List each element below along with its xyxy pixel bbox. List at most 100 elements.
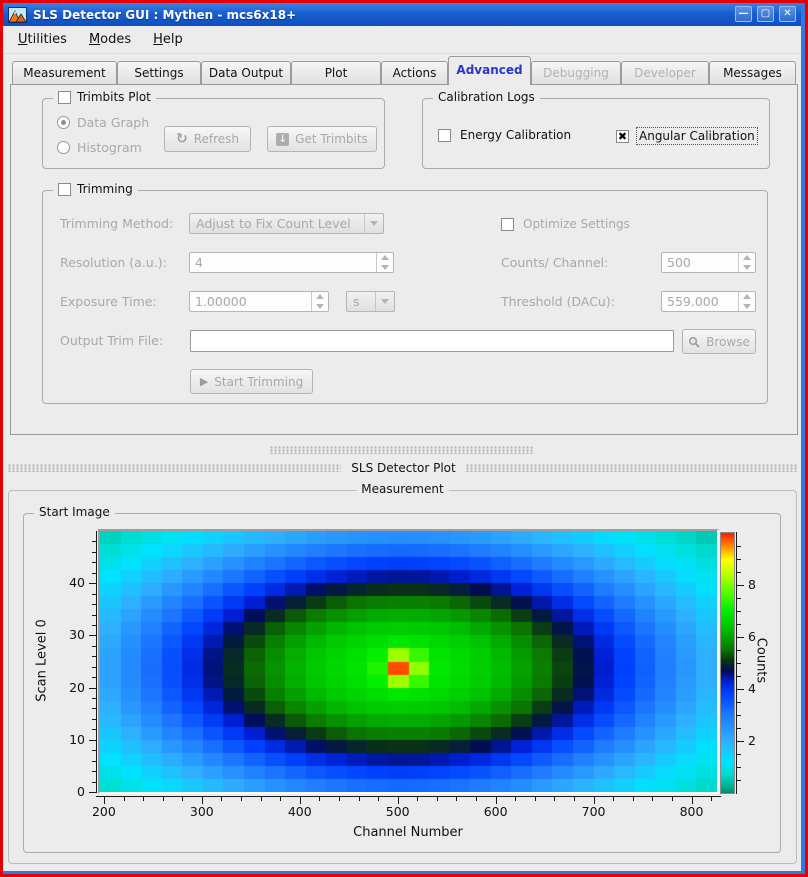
trimming-method-label: Trimming Method: xyxy=(60,216,173,231)
y-axis-title: Scan Level 0 xyxy=(35,586,50,736)
menu-help[interactable]: Help xyxy=(153,32,183,47)
play-icon: ▶ xyxy=(200,375,208,388)
counts-per-channel-label: Counts/ Channel: xyxy=(501,255,608,270)
splitter-handle[interactable] xyxy=(270,446,534,454)
maximize-button[interactable]: ▢ xyxy=(757,6,774,22)
spin-down-icon[interactable] xyxy=(381,265,389,270)
spin-up-icon[interactable] xyxy=(316,294,324,299)
y-minor-tick xyxy=(92,615,96,616)
measurement-group-title: Measurement xyxy=(361,482,443,496)
y-minor-tick xyxy=(92,656,96,657)
y-minor-tick xyxy=(92,708,96,709)
y-tick-label: 30 xyxy=(49,627,85,642)
tab-messages[interactable]: Messages xyxy=(709,61,796,85)
x-tick-label: 700 xyxy=(574,804,614,819)
get-trimbits-label: Get Trimbits xyxy=(295,132,368,146)
menu-utilities[interactable]: Utilities xyxy=(18,32,67,47)
tab-advanced[interactable]: Advanced xyxy=(448,56,531,85)
colorbar-minor-tick xyxy=(737,624,741,625)
colorbar-minor-tick xyxy=(737,715,741,716)
exposure-time-value: 1.00000 xyxy=(195,294,247,309)
y-major-tick xyxy=(89,688,96,689)
tab-actions[interactable]: Actions xyxy=(381,61,448,85)
get-trimbits-button[interactable]: ↓ Get Trimbits xyxy=(267,126,377,152)
trimming-title: Trimming xyxy=(77,182,133,196)
window-title: SLS Detector GUI : Mythen - mcs6x18+ xyxy=(33,8,296,22)
menu-bar: Utilities Modes Help xyxy=(3,26,801,54)
close-button[interactable]: ✕ xyxy=(779,6,796,22)
energy-calibration-checkbox[interactable]: Energy Calibration xyxy=(438,127,573,143)
angular-calibration-label: Angular Calibration xyxy=(636,127,758,145)
application-window: SLS Detector GUI : Mythen - mcs6x18+ — ▢ ✕… xyxy=(0,0,808,877)
colorbar-minor-tick xyxy=(737,663,741,664)
data-graph-label: Data Graph xyxy=(77,115,149,130)
histogram-radio[interactable]: Histogram xyxy=(57,140,142,155)
spin-up-icon[interactable] xyxy=(743,255,751,260)
y-major-tick xyxy=(89,635,96,636)
colorbar-minor-tick xyxy=(737,546,741,547)
colorbar-minor-tick xyxy=(737,598,741,599)
colorbar-major-tick xyxy=(737,585,744,586)
y-minor-tick xyxy=(92,719,96,720)
colorbar-minor-tick xyxy=(737,676,741,677)
counts-per-channel-spinbox[interactable]: 500 xyxy=(661,252,756,273)
heatmap-canvas[interactable] xyxy=(100,531,717,792)
y-minor-tick xyxy=(92,573,96,574)
y-major-tick xyxy=(89,583,96,584)
x-major-tick xyxy=(104,797,105,804)
browse-button[interactable]: Browse xyxy=(682,329,756,354)
spin-down-icon[interactable] xyxy=(316,304,324,309)
tab-debugging[interactable]: Debugging xyxy=(531,61,621,85)
exposure-unit-combobox[interactable]: s xyxy=(346,291,395,312)
window-controls: — ▢ ✕ xyxy=(735,6,796,22)
y-major-tick xyxy=(89,792,96,793)
download-icon: ↓ xyxy=(276,133,289,146)
histogram-label: Histogram xyxy=(77,140,142,155)
calibration-logs-title: Calibration Logs xyxy=(438,90,535,104)
angular-calibration-box-icon: ✖ xyxy=(616,130,629,143)
threshold-spinbox[interactable]: 559.000 xyxy=(661,291,756,312)
y-tick-label: 40 xyxy=(49,575,85,590)
refresh-icon: ↻ xyxy=(176,131,188,147)
menu-modes[interactable]: Modes xyxy=(89,32,131,47)
energy-calibration-box-icon xyxy=(438,129,451,142)
colorbar-axis-title: Counts xyxy=(754,586,769,736)
colorbar-minor-tick xyxy=(737,650,741,651)
tab-measurement[interactable]: Measurement xyxy=(12,61,117,85)
refresh-button[interactable]: ↻ Refresh xyxy=(164,126,251,152)
x-minor-tick xyxy=(476,797,477,801)
spin-down-icon[interactable] xyxy=(743,304,751,309)
trimbits-plot-checkbox[interactable] xyxy=(58,91,71,104)
data-graph-radio[interactable]: Data Graph xyxy=(57,115,149,130)
spin-down-icon[interactable] xyxy=(743,265,751,270)
title-bar[interactable]: SLS Detector GUI : Mythen - mcs6x18+ — ▢ ✕ xyxy=(3,3,801,26)
angular-calibration-checkbox[interactable]: ✖ Angular Calibration xyxy=(616,127,758,145)
optimize-settings-checkbox[interactable]: Optimize Settings xyxy=(501,216,632,232)
x-minor-tick xyxy=(124,797,125,801)
colorbar-major-tick xyxy=(737,741,744,742)
resolution-spinbox[interactable]: 4 xyxy=(189,252,394,273)
colorbar-tick-label: 2 xyxy=(748,733,768,748)
minimize-button[interactable]: — xyxy=(735,6,752,22)
heatmap-frame xyxy=(98,529,719,794)
x-minor-tick xyxy=(359,797,360,801)
trimming-checkbox[interactable] xyxy=(58,183,71,196)
x-minor-tick xyxy=(319,797,320,801)
exposure-time-spinbox[interactable]: 1.00000 xyxy=(189,291,329,312)
output-trim-file-input[interactable] xyxy=(190,330,674,352)
tab-data-output[interactable]: Data Output xyxy=(201,61,291,85)
spin-up-icon[interactable] xyxy=(381,255,389,260)
tab-developer[interactable]: Developer xyxy=(621,61,709,85)
x-tick-label: 600 xyxy=(476,804,516,819)
resolution-label: Resolution (a.u.): xyxy=(60,255,167,270)
x-tick-label: 800 xyxy=(672,804,712,819)
spin-up-icon[interactable] xyxy=(743,294,751,299)
start-trimming-button[interactable]: ▶ Start Trimming xyxy=(190,369,313,394)
y-minor-tick xyxy=(92,698,96,699)
tab-plot[interactable]: Plot xyxy=(291,61,381,85)
start-trimming-label: Start Trimming xyxy=(214,375,303,389)
tab-settings[interactable]: Settings xyxy=(117,61,201,85)
trimming-method-combobox[interactable]: Adjust to Fix Count Level xyxy=(189,213,384,234)
trimming-group: Trimming Trimming Method: Adjust to Fix … xyxy=(42,190,768,404)
colorbar-minor-tick xyxy=(737,728,741,729)
